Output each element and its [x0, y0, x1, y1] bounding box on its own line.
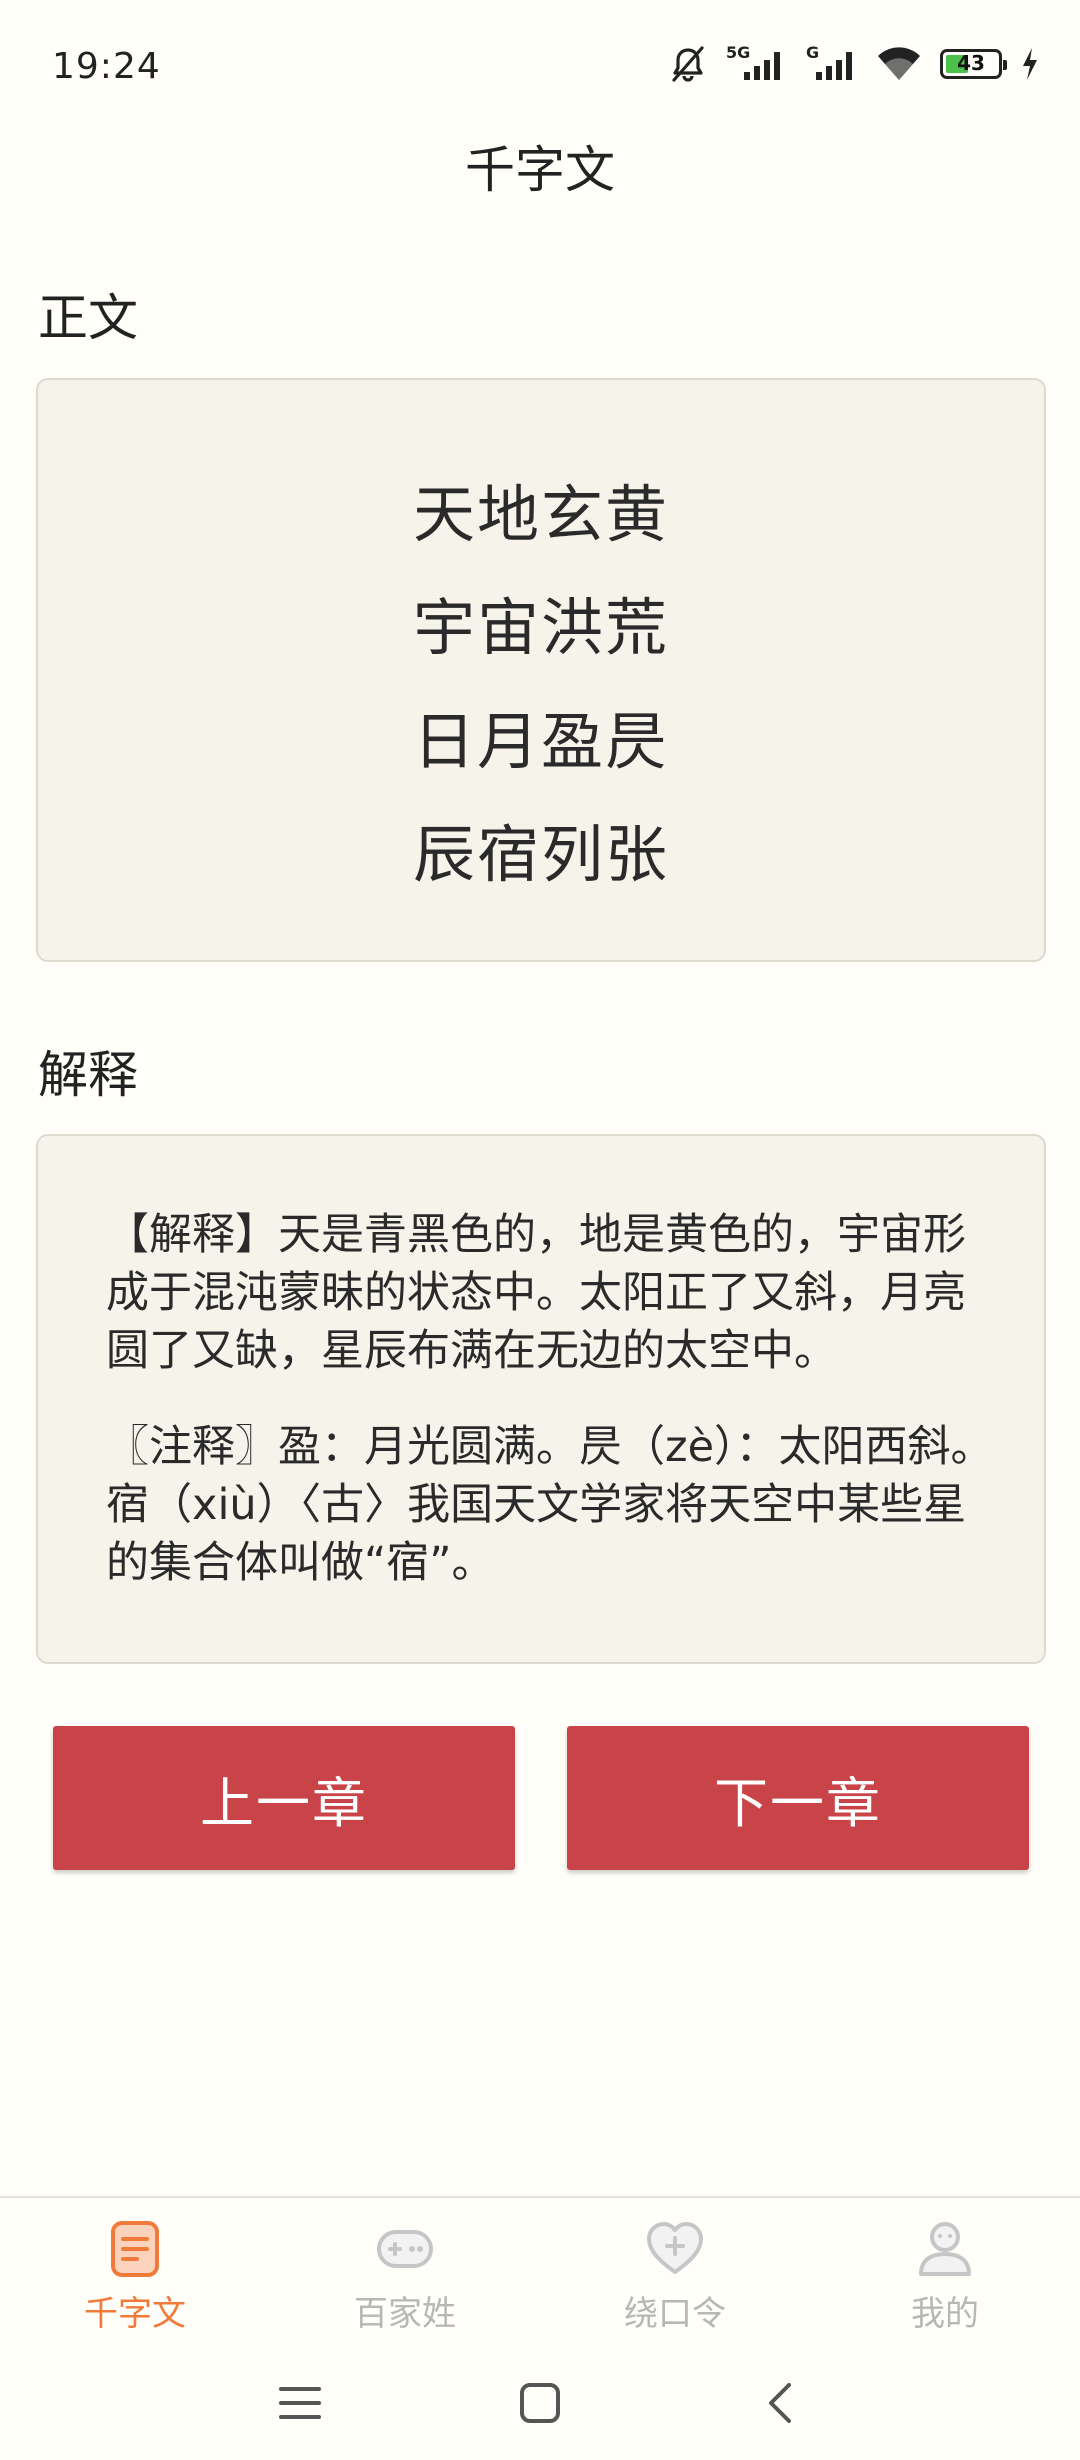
explain-card: 【解释】天是青黑色的，地是黄色的，宇宙形成于混沌蒙昧的状态中。太阳正了又斜，月亮…	[36, 1134, 1046, 1664]
battery-level: 43	[957, 51, 985, 75]
document-icon	[111, 2221, 159, 2277]
status-icons: 5G G 43	[668, 44, 1040, 84]
explain-section-heading: 解释	[38, 1046, 138, 1104]
verse-line: 天地玄黄	[412, 478, 669, 551]
home-nav-button[interactable]	[505, 2368, 575, 2438]
next-chapter-button[interactable]: 下一章	[567, 1726, 1029, 1870]
tab-qianziwen[interactable]: 千字文	[0, 2218, 270, 2335]
verse-card: 天地玄黄 宇宙洪荒 日月盈昃 辰宿列张	[36, 378, 1046, 962]
back-icon	[769, 2383, 791, 2423]
wifi-icon	[878, 47, 920, 80]
bottom-tab-bar: 千字文 百家姓 绕口令 我的	[0, 2196, 1080, 2348]
battery-tip	[1003, 60, 1007, 70]
explain-paragraph: 【解释】天是青黑色的，地是黄色的，宇宙形成于混沌蒙昧的状态中。太阳正了又斜，月亮…	[106, 1210, 966, 1376]
signal-icon: G	[806, 44, 852, 80]
mute-bell-icon	[672, 46, 704, 82]
verse-line: 辰宿列张	[412, 818, 669, 891]
tab-label: 千字文	[84, 2294, 186, 2334]
menu-nav-button[interactable]	[265, 2368, 335, 2438]
tab-label: 我的	[911, 2294, 979, 2334]
status-bar: 19:24 5G G 43	[0, 0, 1080, 135]
signal-icon: 5G	[726, 44, 780, 80]
verse-line: 宇宙洪荒	[412, 591, 669, 664]
system-nav-bar	[0, 2346, 1080, 2460]
annotation-paragraph: 〖注释〗盈：月光圆满。昃（zè）：太阳西斜。宿（xiù）〈古〉我国天文学家将天空…	[106, 1422, 994, 1588]
battery-icon: 43	[940, 49, 1007, 79]
page-title: 千字文	[465, 141, 615, 199]
person-icon	[919, 2222, 971, 2276]
gamepad-icon	[377, 2230, 433, 2268]
tab-label: 百家姓	[354, 2294, 456, 2334]
network-label-5g: 5G	[726, 44, 750, 62]
back-nav-button[interactable]	[745, 2368, 815, 2438]
tab-label: 绕口令	[624, 2294, 726, 2334]
network-label-g: G	[806, 44, 819, 62]
tab-raokouling[interactable]: 绕口令	[540, 2218, 810, 2335]
tab-mine[interactable]: 我的	[810, 2218, 1080, 2335]
home-icon	[520, 2383, 560, 2423]
verse-line: 日月盈昃	[412, 705, 669, 778]
charging-icon	[1023, 48, 1037, 80]
prev-chapter-button[interactable]: 上一章	[53, 1726, 515, 1870]
menu-icon	[279, 2387, 321, 2419]
heart-plus-icon	[647, 2222, 703, 2274]
status-time: 19:24	[52, 46, 161, 87]
tab-baijiaxing[interactable]: 百家姓	[270, 2218, 540, 2335]
text-section-heading: 正文	[38, 289, 138, 347]
